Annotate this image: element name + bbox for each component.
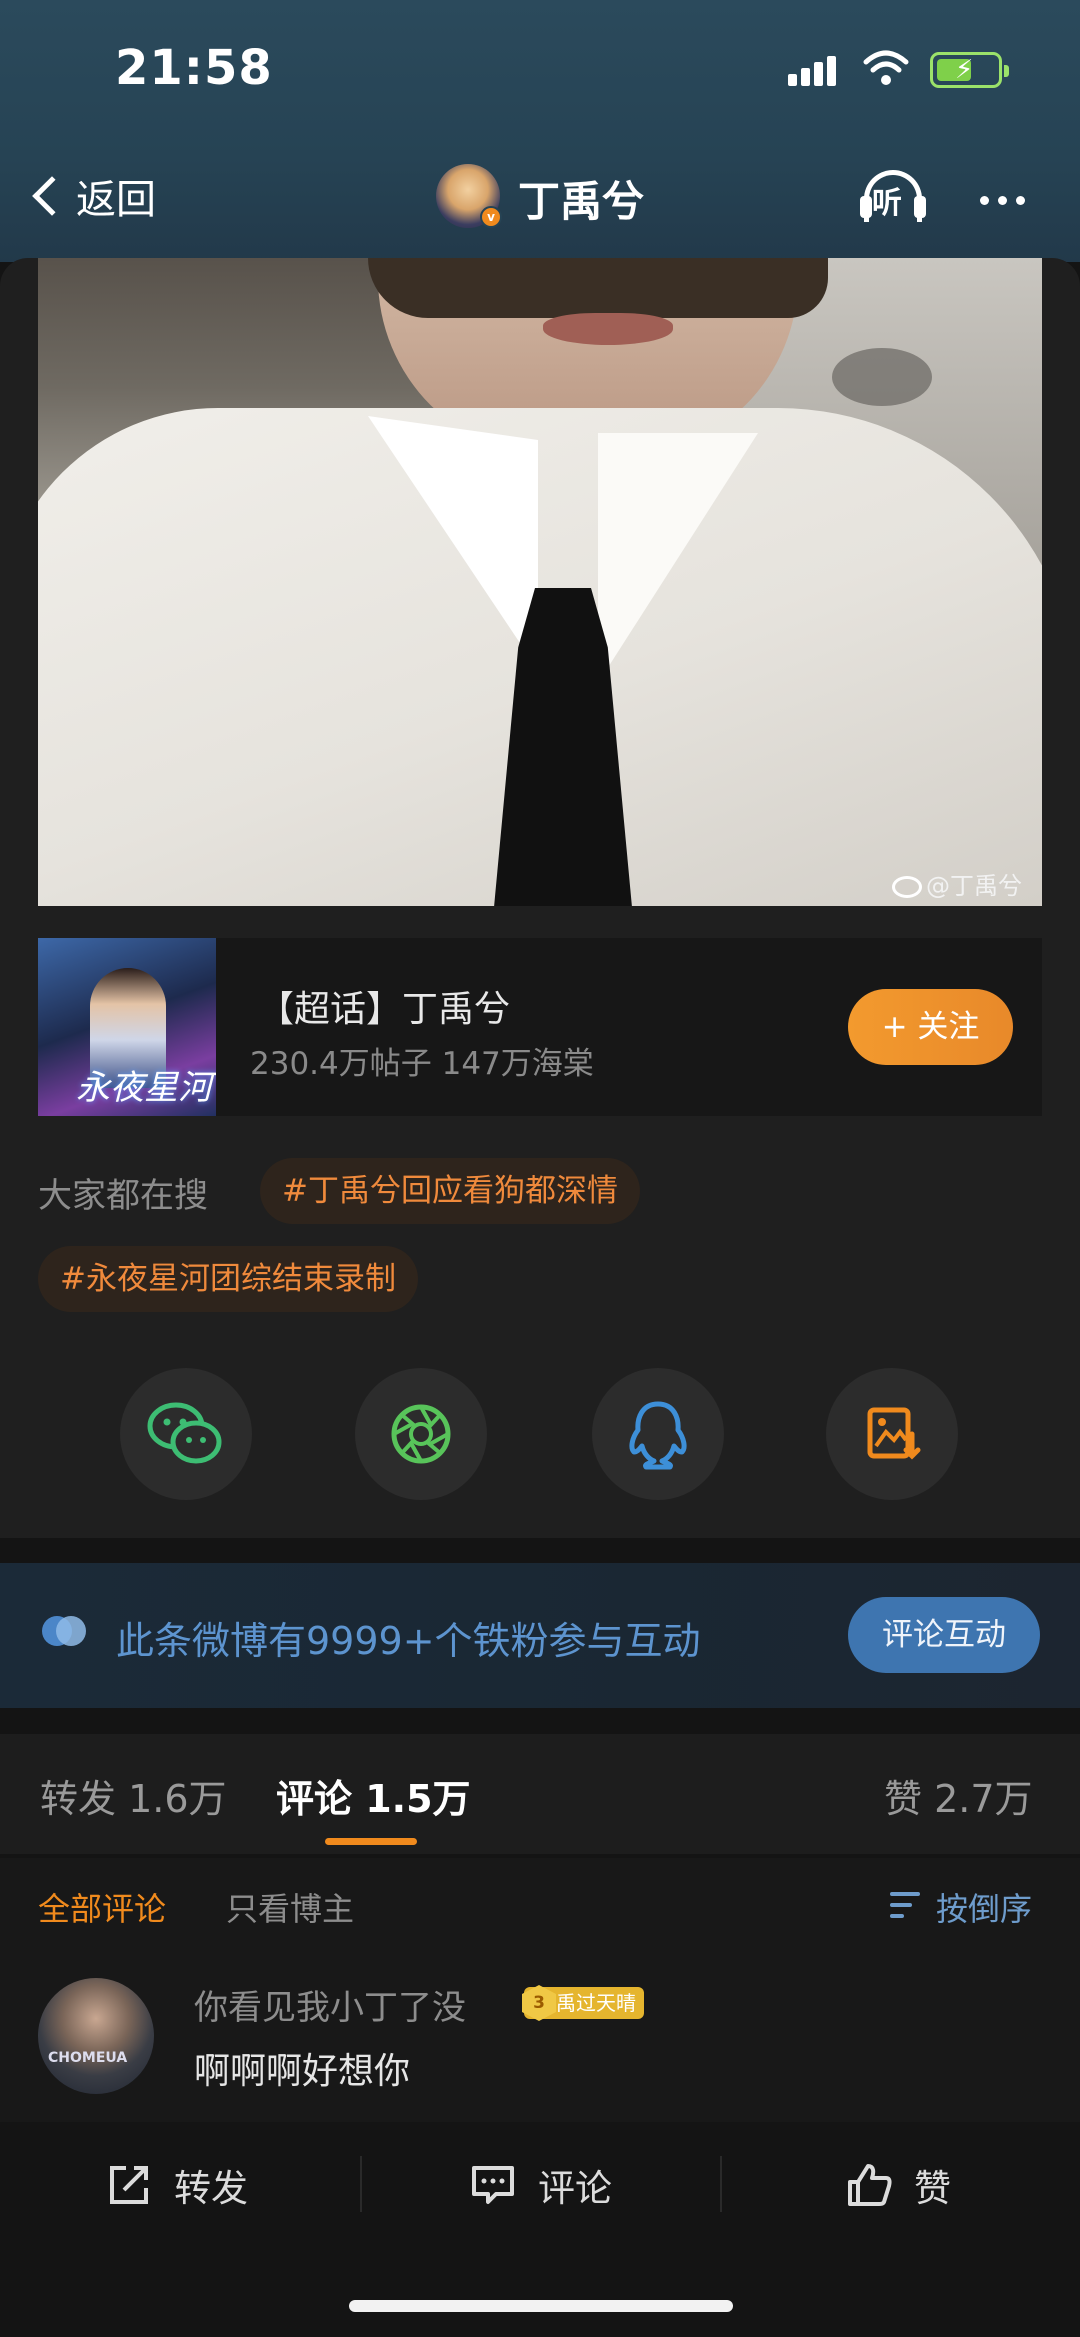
divider bbox=[360, 2156, 362, 2212]
wechat-icon bbox=[147, 1402, 222, 1464]
filter-owner-only[interactable]: 只看博主 bbox=[226, 1884, 354, 1930]
comment-interact-button[interactable]: 评论互动 bbox=[848, 1597, 1040, 1673]
supertopic-title[interactable]: 【超话】丁禹兮 bbox=[258, 980, 510, 1032]
comment-bubble-icon bbox=[472, 2166, 514, 2204]
comment-list bbox=[0, 1948, 1080, 2123]
comment-label: 评论 bbox=[538, 2167, 612, 2210]
comment-button[interactable]: 评论 bbox=[470, 2158, 612, 2212]
back-label: 返回 bbox=[76, 177, 156, 223]
fans-banner-text: 此条微博有9999+个铁粉参与互动 bbox=[116, 1619, 701, 1663]
share-arrow-icon bbox=[110, 2166, 148, 2204]
fan-badge-text: 禹过天晴 bbox=[556, 1991, 636, 2015]
battery-icon: ⚡ bbox=[930, 52, 1009, 88]
back-button[interactable]: 返回 bbox=[26, 166, 156, 226]
tab-like[interactable]: 赞 2.7万 bbox=[884, 1768, 1033, 1823]
like-button[interactable]: 赞 bbox=[846, 2158, 951, 2212]
dot-icon bbox=[998, 196, 1007, 205]
fan-badge[interactable]: 3 禹过天晴 bbox=[522, 1985, 644, 2021]
tab-repost[interactable]: 转发 1.6万 bbox=[40, 1768, 227, 1823]
post-photo[interactable] bbox=[38, 258, 1042, 906]
avatar-text: CHOMEUA bbox=[48, 2050, 128, 2066]
status-time: 21:58 bbox=[115, 40, 273, 96]
like-label: 赞 bbox=[914, 2167, 951, 2210]
page-title[interactable]: 丁禹兮 bbox=[518, 168, 644, 229]
qq-icon bbox=[629, 1401, 687, 1470]
active-tab-indicator bbox=[325, 1838, 417, 1845]
supertopic-stats: 230.4万帖子 147万海棠 bbox=[250, 1046, 594, 1082]
moments-icon bbox=[391, 1404, 451, 1464]
supertopic-cover[interactable]: 永夜星河 bbox=[38, 938, 216, 1116]
share-qq-button[interactable] bbox=[592, 1368, 724, 1500]
avatar[interactable]: CHOMEUA bbox=[38, 1978, 154, 2094]
photo-watermark: @丁禹兮 bbox=[892, 866, 1022, 901]
listen-button[interactable]: 听 bbox=[858, 166, 928, 226]
verified-badge-icon: v bbox=[480, 206, 502, 228]
dot-icon bbox=[980, 196, 989, 205]
cover-logo: 永夜星河 bbox=[76, 1068, 212, 1108]
repost-button[interactable]: 转发 bbox=[106, 2158, 248, 2212]
cellular-signal-icon bbox=[788, 56, 840, 86]
dot-icon bbox=[1016, 196, 1025, 205]
watermark-text: @丁禹兮 bbox=[926, 872, 1022, 900]
follow-button[interactable]: + 关注 bbox=[848, 989, 1013, 1065]
comment-text: 啊啊啊好想你 bbox=[194, 2051, 411, 2092]
weibo-logo-icon bbox=[892, 876, 922, 898]
search-tag[interactable]: #丁禹兮回应看狗都深情 bbox=[260, 1158, 640, 1224]
save-image-button[interactable] bbox=[826, 1368, 958, 1500]
tab-comment[interactable]: 评论 1.5万 bbox=[276, 1768, 471, 1823]
thumbs-up-icon bbox=[848, 2164, 892, 2206]
sort-label: 按倒序 bbox=[936, 1890, 1033, 1928]
share-wechat-button[interactable] bbox=[120, 1368, 252, 1500]
save-image-icon bbox=[867, 1407, 921, 1460]
repost-label: 转发 bbox=[174, 2167, 248, 2210]
more-options-button[interactable] bbox=[980, 190, 1034, 209]
wifi-icon bbox=[862, 48, 910, 92]
divider bbox=[720, 2156, 722, 2212]
filter-all-comments[interactable]: 全部评论 bbox=[38, 1884, 166, 1930]
listen-label: 听 bbox=[872, 186, 902, 221]
fan-level-icon: 3 bbox=[522, 1985, 556, 2021]
comment-username[interactable]: 你看见我小丁了没 bbox=[194, 1980, 466, 2029]
chevron-left-icon bbox=[32, 176, 72, 216]
share-moments-button[interactable] bbox=[355, 1368, 487, 1500]
sort-button[interactable]: 按倒序 bbox=[888, 1884, 1032, 1930]
trending-search-label: 大家都在搜 bbox=[38, 1176, 208, 1216]
search-tag[interactable]: #永夜星河团综结束录制 bbox=[38, 1246, 418, 1312]
home-indicator[interactable] bbox=[349, 2300, 733, 2312]
